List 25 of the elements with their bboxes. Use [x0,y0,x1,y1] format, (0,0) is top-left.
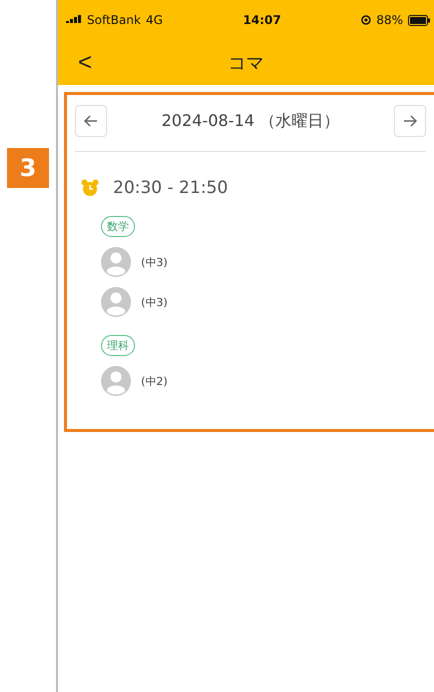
avatar-icon [101,287,131,317]
avatar-icon [101,366,131,396]
back-button[interactable]: < [78,48,92,76]
battery-icon [408,14,430,26]
battery-percent: 88% [376,13,403,27]
student-grade: (中3) [141,294,168,310]
subject-tag: 理科 [101,335,135,356]
next-day-button[interactable] [394,105,426,137]
avatar-icon [101,247,131,277]
alarm-clock-icon [81,179,99,197]
screen-title: コマ [228,52,264,74]
time-range: 20:30 - 21:50 [113,178,228,198]
network-type: 4G [146,13,163,27]
signal-icon [66,15,82,25]
date-label: 2024-08-14 （水曜日） [161,110,340,132]
previous-day-button[interactable] [75,105,107,137]
student-grade: (中3) [141,254,168,270]
step-number-badge: 3 [7,148,49,188]
right-arrow-icon [402,115,417,127]
clock-time: 14:07 [242,13,282,27]
subject-tag: 数学 [101,216,135,237]
orientation-lock-icon [361,15,372,25]
student-grade: (中2) [141,374,168,388]
carrier-name: SoftBank [87,13,141,27]
left-arrow-icon [84,115,98,127]
